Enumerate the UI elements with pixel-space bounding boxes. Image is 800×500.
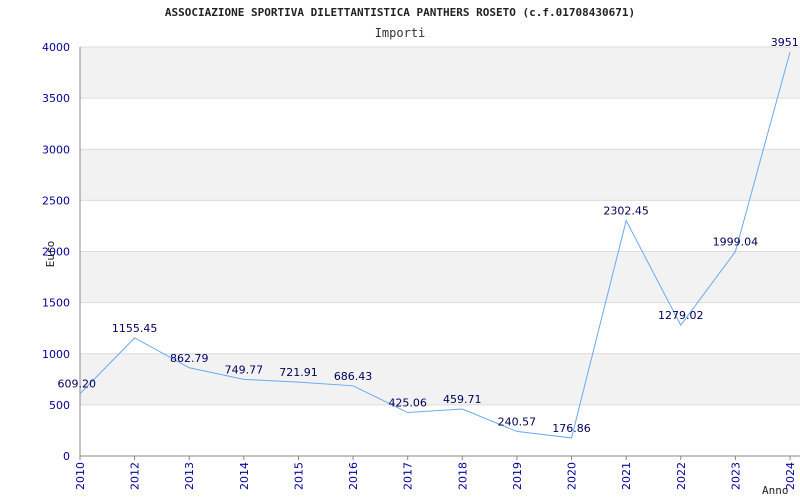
data-label: 1999.04 — [713, 236, 759, 249]
grid-band — [80, 47, 800, 99]
y-tick-label: 500 — [49, 399, 70, 412]
x-axis-label: Anno — [762, 484, 789, 497]
data-label: 749.77 — [225, 363, 264, 376]
y-tick-label: 3500 — [42, 92, 70, 105]
y-tick-label: 1500 — [42, 297, 70, 310]
y-tick-label: 4000 — [42, 41, 70, 54]
x-tick-label: 2021 — [620, 462, 633, 490]
x-tick-label: 2015 — [292, 462, 305, 490]
x-tick-label: 2017 — [402, 462, 415, 490]
x-tick-label: 2023 — [729, 462, 742, 490]
data-label: 721.91 — [279, 366, 318, 379]
y-tick-label: 3000 — [42, 143, 70, 156]
grid-band — [80, 149, 800, 201]
y-tick-label: 2500 — [42, 194, 70, 207]
data-label: 862.79 — [170, 352, 209, 365]
x-tick-labels: 2010 2012 2013 2014 2015 2016 2017 2018 2019 2020… — [74, 462, 797, 490]
data-label: 1155.45 — [112, 322, 158, 335]
grid-band — [80, 251, 800, 303]
data-label: 1279.02 — [658, 309, 704, 322]
x-tick-label: 2016 — [347, 462, 360, 490]
line-chart: 05001000150020002500300035004000 2010 201… — [42, 36, 800, 497]
x-tick-label: 2022 — [675, 462, 688, 490]
data-label: 425.06 — [388, 397, 427, 410]
data-label: 240.57 — [498, 415, 537, 428]
data-label: 609.20 — [58, 378, 97, 391]
y-axis-label: Euro — [44, 241, 57, 268]
data-label: 459.71 — [443, 393, 482, 406]
x-tick-label: 2018 — [456, 462, 469, 490]
y-tick-label: 1000 — [42, 348, 70, 361]
data-label: 686.43 — [334, 370, 373, 383]
x-tick-label: 2019 — [511, 462, 524, 490]
data-label: 2302.45 — [603, 205, 649, 218]
data-label: 176.86 — [552, 422, 591, 435]
data-label: 3951.5 — [771, 36, 800, 49]
x-tick-label: 2010 — [74, 462, 87, 490]
x-tick-label: 2013 — [183, 462, 196, 490]
x-tick-label: 2012 — [129, 462, 142, 490]
y-tick-label: 0 — [63, 450, 70, 463]
x-tick-label: 2020 — [566, 462, 579, 490]
x-tick-label: 2014 — [238, 462, 251, 490]
